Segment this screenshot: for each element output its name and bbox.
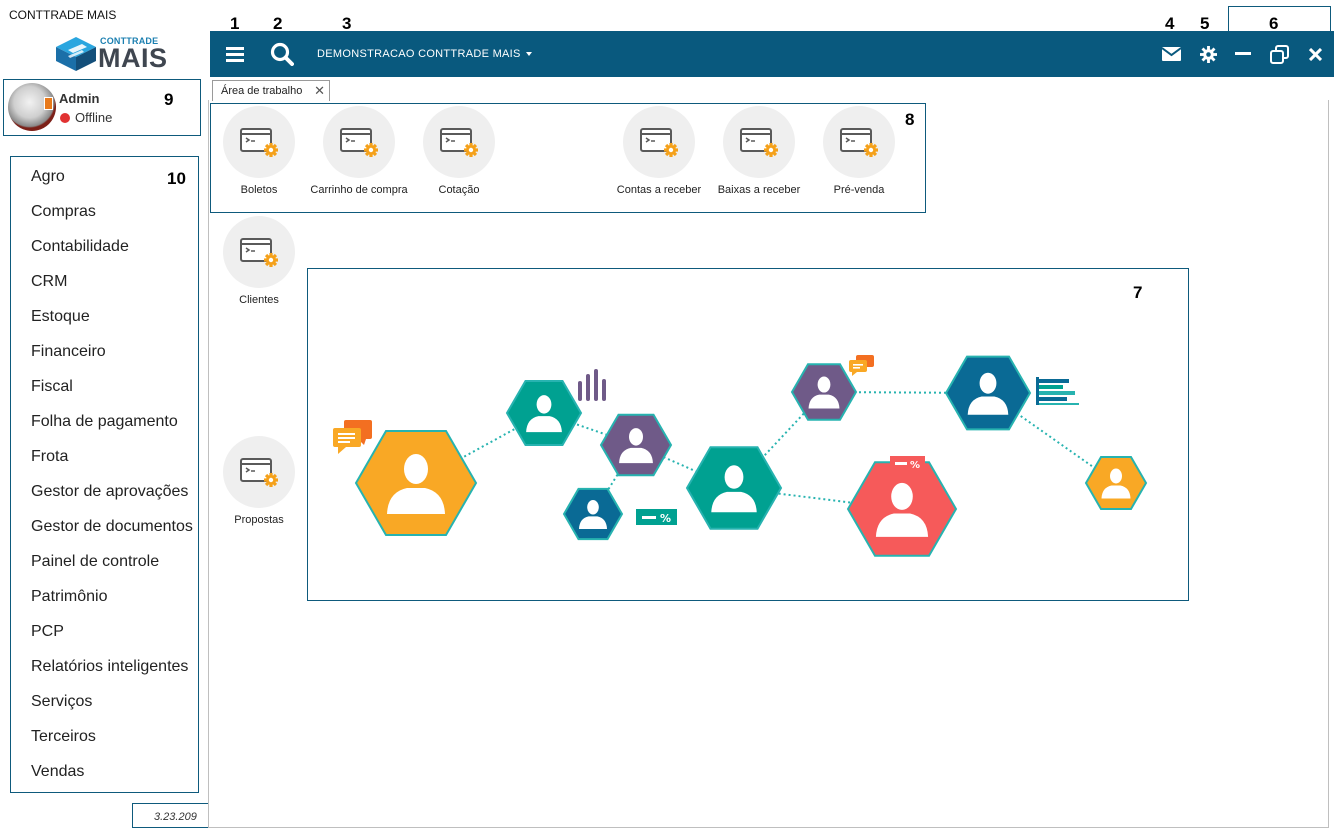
terminal-gear-icon	[340, 128, 378, 157]
shortcut-baixas-a-receber[interactable]: Baixas a receber	[709, 106, 809, 206]
terminal-gear-icon	[640, 128, 678, 157]
menu-item-gestor-de-documentos[interactable]: Gestor de documentos	[31, 518, 193, 536]
menu-item-servicos[interactable]: Serviços	[31, 693, 92, 711]
top-bar: DEMONSTRACAO CONTTRADE MAIS	[210, 31, 1334, 77]
shortcut-label: Carrinho de compra	[310, 184, 408, 196]
search-icon[interactable]	[268, 31, 296, 77]
menu-item-patrimonio[interactable]: Patrimônio	[31, 588, 107, 606]
user-panel[interactable]: Admin Offline 9	[3, 79, 201, 136]
menu-item-estoque[interactable]: Estoque	[31, 308, 90, 326]
user-hexagon-node	[790, 363, 858, 421]
menu-item-fiscal[interactable]: Fiscal	[31, 378, 73, 396]
terminal-gear-icon	[240, 458, 278, 487]
horizontal-bar-icon	[1036, 377, 1079, 405]
network-illustration: % %	[333, 355, 1148, 557]
tab-area-de-trabalho[interactable]: Área de trabalho ✕	[212, 80, 330, 101]
menu-item-frota[interactable]: Frota	[31, 448, 68, 466]
shortcut-propostas[interactable]: Propostas	[209, 436, 309, 536]
window-title: CONTTRADE MAIS	[9, 8, 117, 22]
menu-item-contabilidade[interactable]: Contabilidade	[31, 238, 129, 256]
user-hexagon-node	[354, 430, 478, 536]
chat-bubble-icon	[849, 355, 874, 376]
terminal-gear-icon	[440, 128, 478, 157]
shortcut-label: Boletos	[240, 184, 278, 196]
window-controls-box: 6	[1228, 6, 1331, 33]
terminal-gear-icon	[240, 128, 278, 157]
shortcut-label: Cotação	[438, 184, 480, 196]
shortcut-clientes[interactable]: Clientes	[209, 216, 309, 316]
shortcut-label: Contas a receber	[616, 184, 702, 196]
menu-item-painel-de-controle[interactable]: Painel de controle	[31, 553, 159, 571]
module-menu: 10 Agro Compras Contabilidade CRM Estoqu…	[10, 156, 199, 793]
menu-icon[interactable]	[224, 31, 246, 77]
terminal-gear-icon	[740, 128, 778, 157]
user-name: Admin	[59, 91, 100, 106]
tab-label: Área de trabalho	[221, 85, 303, 97]
status-dot-icon	[60, 113, 70, 123]
menu-item-pcp[interactable]: PCP	[31, 623, 64, 641]
discount-tag-icon: %	[636, 509, 677, 525]
gear-icon[interactable]	[1198, 31, 1218, 77]
user-hexagon-node	[846, 461, 958, 557]
svg-text:%: %	[660, 512, 671, 525]
app-logo: CONTTRADE MAIS	[54, 36, 170, 73]
version-label: 3.23.209	[154, 811, 197, 823]
user-status: Offline	[75, 110, 113, 125]
close-icon[interactable]	[1306, 31, 1324, 77]
tab-close-icon[interactable]: ✕	[314, 83, 325, 99]
shortcut-label: Pré-venda	[833, 184, 885, 196]
shortcut-boletos[interactable]: Boletos	[209, 106, 309, 206]
shortcut-circle	[223, 106, 295, 178]
terminal-gear-icon	[240, 238, 278, 267]
company-selector[interactable]: DEMONSTRACAO CONTTRADE MAIS	[317, 48, 533, 60]
annotation-10: 10	[167, 169, 186, 188]
menu-item-folha-de-pagamento[interactable]: Folha de pagamento	[31, 413, 178, 431]
caret-down-icon	[526, 52, 533, 57]
shortcut-label: Baixas a receber	[717, 184, 801, 196]
shortcut-cotacao[interactable]: Cotação	[409, 106, 509, 206]
shortcut-circle	[323, 106, 395, 178]
shortcut-circle	[723, 106, 795, 178]
shortcut-contas-a-receber[interactable]: Contas a receber	[609, 106, 709, 206]
shortcut-circle	[823, 106, 895, 178]
shortcut-circle	[623, 106, 695, 178]
shortcut-circle	[223, 216, 295, 288]
logo-cube-icon	[56, 37, 96, 71]
menu-item-compras[interactable]: Compras	[31, 203, 96, 221]
discount-tag-icon: %	[890, 456, 925, 471]
shortcut-circle	[223, 436, 295, 508]
menu-item-terceiros[interactable]: Terceiros	[31, 728, 96, 746]
annotation-7: 7	[1133, 283, 1143, 302]
chat-bubble-icon	[333, 420, 372, 454]
mail-icon[interactable]	[1161, 31, 1181, 77]
minimize-icon[interactable]	[1233, 31, 1253, 77]
company-name: DEMONSTRACAO CONTTRADE MAIS	[317, 48, 521, 60]
avatar-badge	[44, 97, 53, 110]
user-hexagon-node	[944, 355, 1032, 431]
terminal-gear-icon	[840, 128, 878, 157]
svg-text:%: %	[910, 460, 920, 471]
logo-big-text: MAIS	[98, 43, 168, 73]
menu-item-vendas[interactable]: Vendas	[31, 763, 84, 781]
shortcut-label: Propostas	[234, 514, 284, 526]
shortcut-label: Clientes	[239, 294, 279, 306]
user-hexagon-node	[1084, 456, 1148, 510]
restore-icon[interactable]	[1268, 31, 1290, 77]
menu-item-financeiro[interactable]: Financeiro	[31, 343, 106, 361]
bar-chart-icon	[578, 369, 606, 401]
menu-item-agro[interactable]: Agro	[31, 168, 65, 186]
illustration-panel: 7 % %	[307, 268, 1189, 601]
menu-item-crm[interactable]: CRM	[31, 273, 67, 291]
annotation-9: 9	[164, 90, 174, 109]
user-hexagon-node	[562, 487, 624, 541]
user-hexagon-node	[505, 380, 583, 446]
network-nodes	[354, 355, 1148, 557]
user-hexagon-node	[685, 446, 783, 530]
menu-item-relatorios-inteligentes[interactable]: Relatórios inteligentes	[31, 658, 188, 676]
shortcut-circle	[423, 106, 495, 178]
user-hexagon-node	[599, 413, 673, 477]
shortcut-pre-venda[interactable]: Pré-venda	[809, 106, 909, 206]
shortcut-carrinho-de-compra[interactable]: Carrinho de compra	[309, 106, 409, 206]
menu-item-gestor-de-aprovacoes[interactable]: Gestor de aprovações	[31, 483, 188, 501]
